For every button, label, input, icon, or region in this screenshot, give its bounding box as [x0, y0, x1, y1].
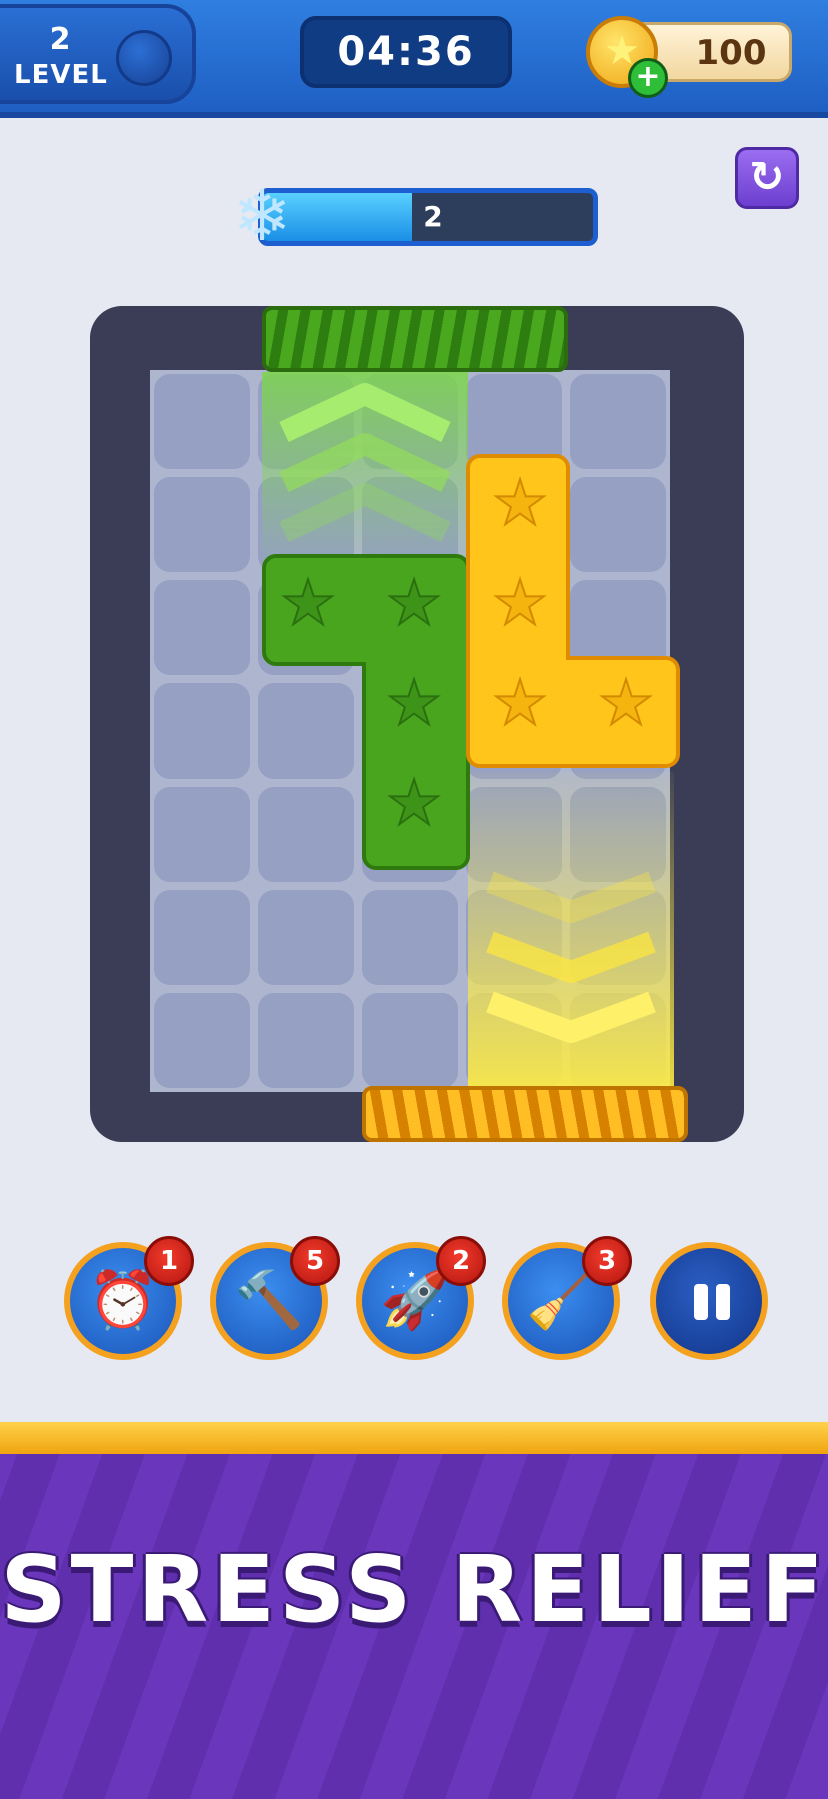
green-star: ★ — [386, 666, 442, 739]
pause-icon — [716, 1284, 730, 1320]
green-star: ★ — [386, 766, 442, 839]
yellow-star: ★ — [492, 466, 548, 539]
banner-text: STRESS RELIEF — [0, 1536, 828, 1643]
rocket-booster[interactable]: 🚀 2 — [356, 1236, 486, 1360]
booster-count-badge: 5 — [290, 1236, 340, 1286]
green-star: ★ — [386, 566, 442, 639]
yellow-block[interactable]: ★ ★ ★ ★ — [466, 454, 680, 768]
banner-stripe — [0, 1422, 828, 1454]
vacuum-booster[interactable]: 🧹 3 — [502, 1236, 632, 1360]
yellow-star: ★ — [492, 666, 548, 739]
pause-button[interactable] — [650, 1242, 768, 1360]
booster-count-badge: 1 — [144, 1236, 194, 1286]
hammer-booster[interactable]: 🔨 5 — [210, 1236, 340, 1360]
booster-count-badge: 2 — [436, 1236, 486, 1286]
alarm-clock-booster[interactable]: ⏰ 1 — [64, 1236, 194, 1360]
yellow-star: ★ — [492, 566, 548, 639]
pause-icon — [694, 1284, 708, 1320]
booster-count-badge: 3 — [582, 1236, 632, 1286]
green-star: ★ — [280, 566, 336, 639]
green-block[interactable]: ★ ★ ★ ★ — [262, 554, 470, 870]
yellow-star: ★ — [598, 666, 654, 739]
